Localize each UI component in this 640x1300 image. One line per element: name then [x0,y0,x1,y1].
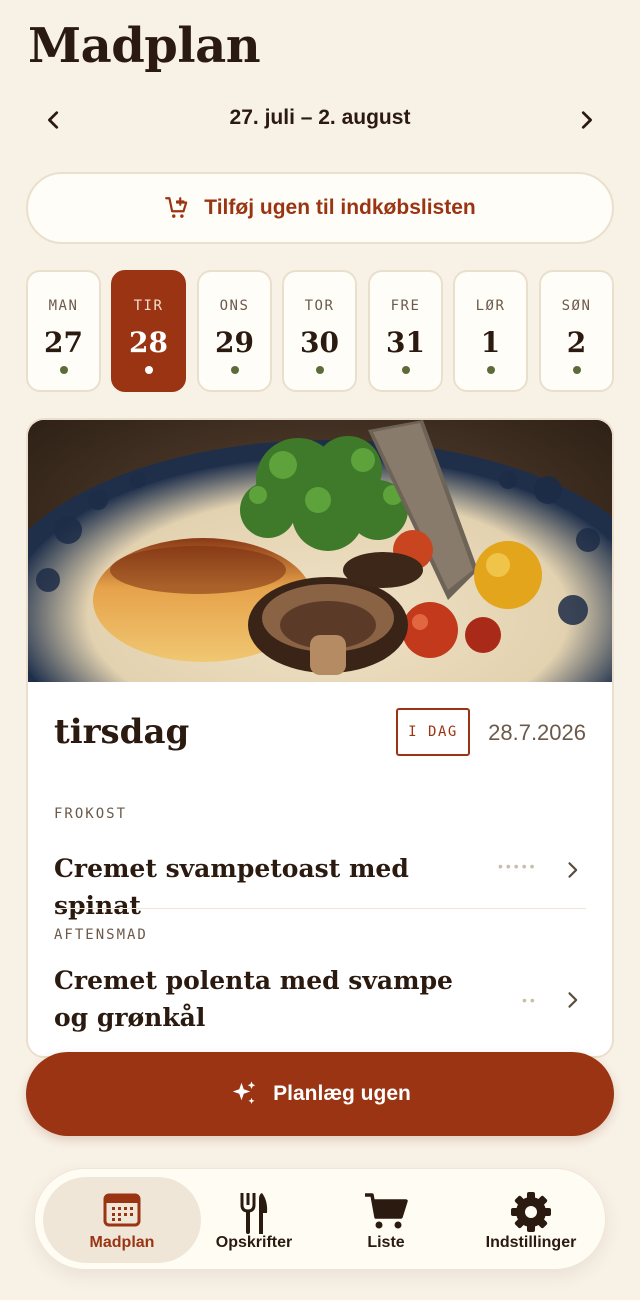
bottom-tab-bar: Madplan Opskrifter Liste Indstillinger [34,1168,606,1270]
tab-opskrifter[interactable]: Opskrifter [203,1177,305,1263]
tab-label: Indstillinger [485,1234,577,1251]
plan-week-button[interactable]: Planlæg ugen [26,1052,614,1136]
tab-label: Madplan [89,1234,155,1251]
chevron-right-icon [568,862,578,878]
meal-row-lunch[interactable]: Cremet svampetoast med spinat ••••• [54,834,586,920]
day-number: 27 [44,326,83,359]
cart-plus-icon [165,197,188,218]
has-meals-indicator [315,366,324,374]
has-meals-indicator [59,366,68,374]
next-week-button[interactable] [566,100,606,140]
day-name: TOR [304,298,335,314]
day-tile-thu[interactable]: TOR 30 [282,270,357,392]
tab-madplan[interactable]: Madplan [43,1177,201,1263]
has-meals-indicator [230,366,239,374]
day-name: MAN [48,298,79,314]
selected-day-date: 28.7.2026 [488,720,586,745]
day-name: ONS [219,298,250,314]
day-card: tirsdag I DAG 28.7.2026 FROKOST Cremet s… [26,418,614,1058]
day-name: SØN [561,298,592,314]
meal-type-label: FROKOST [54,806,128,822]
day-selector: MAN 27 TIR 28 ONS 29 TOR 30 FRE 31 LØR 1… [26,270,614,392]
tab-label: Liste [367,1234,405,1251]
day-number: 30 [300,326,339,359]
add-week-label: Tilføj ugen til indkøbslisten [204,196,476,219]
sparkles-icon [232,1081,256,1104]
day-number: 28 [129,326,168,359]
today-badge: I DAG [396,708,470,756]
day-number: 31 [386,326,425,359]
fork-knife-icon [240,1193,268,1234]
has-meals-indicator [572,366,581,374]
day-name: TIR [133,298,164,314]
meal-type-label: AFTENSMAD [54,927,148,943]
day-name: LØR [475,298,506,314]
day-number: 1 [480,326,501,359]
week-range-label: 27. juli – 2. august [229,106,411,129]
day-tile-tue[interactable]: TIR 28 [111,270,186,392]
day-number: 29 [215,326,254,359]
chevron-right-icon [581,111,592,129]
day-number: 2 [566,326,587,359]
has-meals-indicator [486,366,495,374]
add-week-to-shopping-list-button[interactable]: Tilføj ugen til indkøbslisten [26,172,614,244]
day-tile-sat[interactable]: LØR 1 [453,270,528,392]
meal-divider [54,908,586,909]
gear-icon [511,1192,551,1232]
day-tile-sun[interactable]: SØN 2 [539,270,614,392]
page-title: Madplan [28,18,261,74]
day-tile-mon[interactable]: MAN 27 [26,270,101,392]
day-name: FRE [390,298,421,314]
tab-indstillinger[interactable]: Indstillinger [461,1177,601,1263]
tab-label: Opskrifter [215,1234,293,1251]
tab-liste[interactable]: Liste [331,1177,441,1263]
meal-name: Cremet svampetoast med spinat [54,854,409,920]
has-meals-indicator [401,366,410,374]
dotted-leader: ••••• [498,858,538,874]
dotted-leader: •• [522,992,538,1008]
calendar-icon [103,1193,141,1227]
meal-row-dinner[interactable]: Cremet polenta med svampe og grønkål •• [54,958,586,1042]
plan-week-label: Planlæg ugen [273,1082,411,1105]
meal-photo [28,420,612,682]
cart-icon [365,1193,408,1229]
has-meals-indicator [144,366,153,374]
chevron-right-icon [568,992,578,1008]
day-tile-wed[interactable]: ONS 29 [197,270,272,392]
meal-name: Cremet polenta med svampe og grønkål [54,966,453,1032]
day-tile-fri[interactable]: FRE 31 [368,270,443,392]
week-navigator: 27. juli – 2. august [26,96,614,142]
selected-day-title: tirsdag [54,712,190,752]
